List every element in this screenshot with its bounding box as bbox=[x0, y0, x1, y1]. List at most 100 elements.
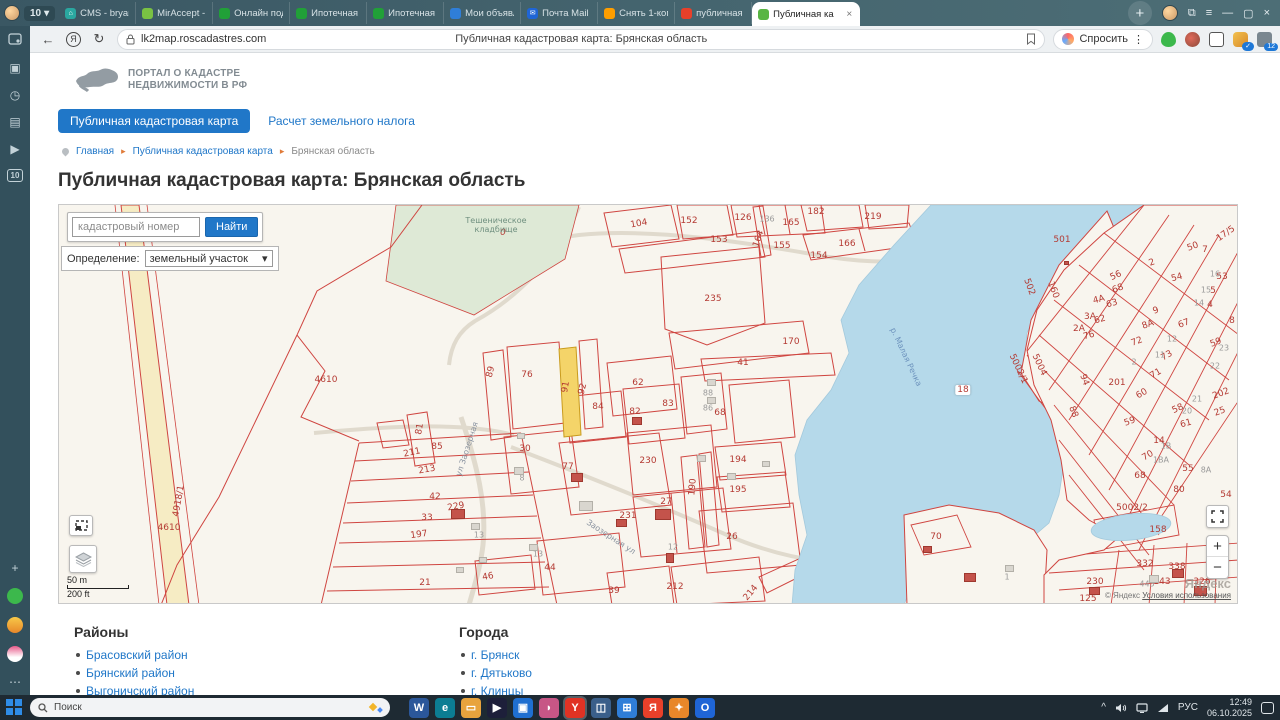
nav-tab-land-tax[interactable]: Расчет земельного налога bbox=[268, 114, 415, 128]
browser-user-avatar[interactable] bbox=[1162, 5, 1178, 21]
downloads-icon[interactable]: 12 bbox=[1257, 32, 1272, 47]
select-arrow-icon: ▾ bbox=[262, 252, 268, 265]
browser-tab-active[interactable]: Публичная ка × bbox=[752, 2, 860, 26]
district-link[interactable]: Выгоничский район bbox=[86, 684, 194, 695]
taskbar-app-paint[interactable]: ◗ bbox=[539, 698, 559, 718]
menu-icon[interactable]: ≡ bbox=[1206, 7, 1212, 19]
tab-label: Ипотечная сдел bbox=[388, 8, 437, 19]
video-icon[interactable]: ▶ bbox=[7, 142, 23, 156]
bookmarks-panel-icon[interactable]: ⧉ bbox=[1188, 7, 1196, 20]
wallet-extension-icon[interactable]: ✓ bbox=[1233, 32, 1248, 47]
taskbar-app-yandex[interactable]: Я bbox=[643, 698, 663, 718]
app-shortcut-orange-icon[interactable] bbox=[7, 617, 23, 633]
district-link[interactable]: Брасовский район bbox=[86, 648, 188, 662]
city-link[interactable]: г. Клинцы bbox=[471, 684, 523, 695]
browser-tab[interactable]: ✉Почта Mail bbox=[521, 2, 598, 24]
taskbar-app-media-player[interactable]: ▶ bbox=[487, 698, 507, 718]
zoom-out-button[interactable]: − bbox=[1207, 557, 1228, 578]
taskbar-app-keys[interactable]: ✦ bbox=[669, 698, 689, 718]
breadcrumb-map[interactable]: Публичная кадастровая карта bbox=[133, 146, 273, 157]
fullscreen-button[interactable] bbox=[1206, 505, 1229, 528]
list-item: Выгоничский район bbox=[74, 684, 459, 695]
browser-tab[interactable]: ⌂CMS - bryansky bbox=[59, 2, 136, 24]
taskbar-app-yandex-browser[interactable]: Y bbox=[565, 698, 585, 718]
taskbar-app-word[interactable]: W bbox=[409, 698, 429, 718]
app-shortcut-green-icon[interactable] bbox=[7, 588, 23, 604]
taskbar-app-explorer[interactable]: ▭ bbox=[461, 698, 481, 718]
zoom-in-button[interactable]: + bbox=[1207, 536, 1228, 557]
new-tab-button[interactable]: + bbox=[1128, 1, 1152, 25]
add-shortcut-icon[interactable]: + bbox=[7, 561, 23, 575]
copilot-sparkle-icon bbox=[370, 704, 382, 712]
breadcrumb-current: Брянская область bbox=[291, 146, 374, 157]
tab-label: Публичная ка bbox=[773, 9, 840, 20]
taskbar-clock[interactable]: 12:49 06.10.2025 bbox=[1207, 697, 1252, 718]
close-button[interactable]: × bbox=[1264, 7, 1270, 19]
site-logo[interactable]: ПОРТАЛ О КАДАСТРЕ НЕДВИЖИМОСТИ В РФ bbox=[74, 65, 1280, 95]
browser-tab[interactable]: Онлайн подача bbox=[213, 2, 290, 24]
taskbar-app-outlook[interactable]: O bbox=[695, 698, 715, 718]
screenshot-icon[interactable]: ▣ bbox=[7, 61, 23, 75]
tab-counter[interactable]: 10 ▾ bbox=[24, 6, 55, 21]
extent-tool-button[interactable] bbox=[69, 515, 93, 536]
notification-center-icon[interactable] bbox=[1261, 702, 1274, 714]
taskbar-search[interactable]: Поиск bbox=[30, 698, 390, 717]
districts-section: Районы Брасовский районБрянский районВыг… bbox=[74, 624, 459, 695]
tab-favicon bbox=[296, 8, 307, 19]
taskbar-app-photos[interactable]: ▣ bbox=[513, 698, 533, 718]
breadcrumb-home[interactable]: Главная bbox=[76, 146, 114, 157]
terms-link[interactable]: Условия использования bbox=[1142, 591, 1231, 600]
app-shortcut-cloud-icon[interactable] bbox=[7, 646, 23, 662]
tab-list: ⌂CMS - bryanskyMirAccept - кодОнлайн под… bbox=[59, 0, 1124, 26]
browser-tab[interactable]: Снять 1-комнат bbox=[598, 2, 675, 24]
extension-icon[interactable] bbox=[1185, 32, 1200, 47]
tab-favicon bbox=[450, 8, 461, 19]
city-link[interactable]: г. Брянск bbox=[471, 648, 519, 662]
search-icon bbox=[38, 703, 48, 713]
object-type-select[interactable]: земельный участок ▾ bbox=[145, 250, 273, 267]
collections-icon[interactable]: ▤ bbox=[7, 115, 23, 129]
map-attribution: Яндекс © Яндекс Условия использования bbox=[1105, 576, 1231, 600]
districts-list: Брасовский район Брянский район Выгоничски… bbox=[74, 648, 459, 695]
minimize-button[interactable]: — bbox=[1222, 7, 1233, 19]
back-button[interactable]: ← bbox=[38, 32, 58, 47]
browser-tab[interactable]: Ипотечная сдел bbox=[290, 2, 367, 24]
nav-tab-public-map[interactable]: Публичная кадастровая карта bbox=[58, 109, 250, 133]
browser-tab[interactable]: Ипотечная сдел bbox=[367, 2, 444, 24]
taskbar-app-edge[interactable]: e bbox=[435, 698, 455, 718]
yandex-logo: Яндекс bbox=[1105, 576, 1231, 591]
rail-tab-counter[interactable]: 10 bbox=[7, 169, 24, 182]
yandex-home-button[interactable]: Я bbox=[66, 32, 81, 47]
browser-tab[interactable]: Мои объявлени bbox=[444, 2, 521, 24]
restore-button[interactable]: ▢ bbox=[1243, 7, 1253, 20]
sidebar-toggle-icon[interactable] bbox=[0, 26, 30, 53]
network-icon[interactable] bbox=[1157, 703, 1169, 713]
tray-chevron-icon[interactable]: ^ bbox=[1101, 702, 1106, 713]
start-button[interactable] bbox=[6, 699, 23, 716]
search-button[interactable]: Найти bbox=[205, 217, 258, 237]
cadastral-map[interactable]: 461046104918/101041521531261651641551822… bbox=[58, 204, 1238, 604]
rail-more-icon[interactable]: ⋯ bbox=[7, 675, 23, 689]
screen-cast-icon[interactable] bbox=[1136, 703, 1148, 713]
city-link[interactable]: г. Дятьково bbox=[471, 666, 532, 680]
translator-extension-icon[interactable] bbox=[1209, 32, 1224, 47]
district-link[interactable]: Брянский район bbox=[86, 666, 175, 680]
reload-button[interactable]: ↻ bbox=[89, 31, 109, 47]
profile-avatar-icon[interactable] bbox=[4, 5, 20, 21]
more-options-icon[interactable]: ⋮ bbox=[1133, 33, 1144, 46]
location-pin-icon bbox=[61, 147, 71, 157]
language-indicator[interactable]: РУС bbox=[1178, 702, 1198, 713]
adblock-shield-icon[interactable] bbox=[1161, 32, 1176, 47]
browser-tab[interactable]: MirAccept - код bbox=[136, 2, 213, 24]
taskbar-app-store[interactable]: ⊞ bbox=[617, 698, 637, 718]
browser-tab[interactable]: публичная кадр bbox=[675, 2, 752, 24]
history-icon[interactable]: ◷ bbox=[7, 88, 23, 102]
scale-meters: 50 m bbox=[67, 575, 129, 585]
volume-icon[interactable] bbox=[1115, 703, 1127, 713]
taskbar-app-calculator[interactable]: ◫ bbox=[591, 698, 611, 718]
tab-close-icon[interactable]: × bbox=[844, 9, 854, 20]
cadastral-number-input[interactable] bbox=[72, 217, 200, 237]
layers-button[interactable] bbox=[69, 545, 97, 573]
url-input[interactable]: lk2map.roscadastres.com Публичная кадаст… bbox=[117, 29, 1045, 50]
ask-ai-button[interactable]: Спросить ⋮ bbox=[1053, 29, 1153, 50]
